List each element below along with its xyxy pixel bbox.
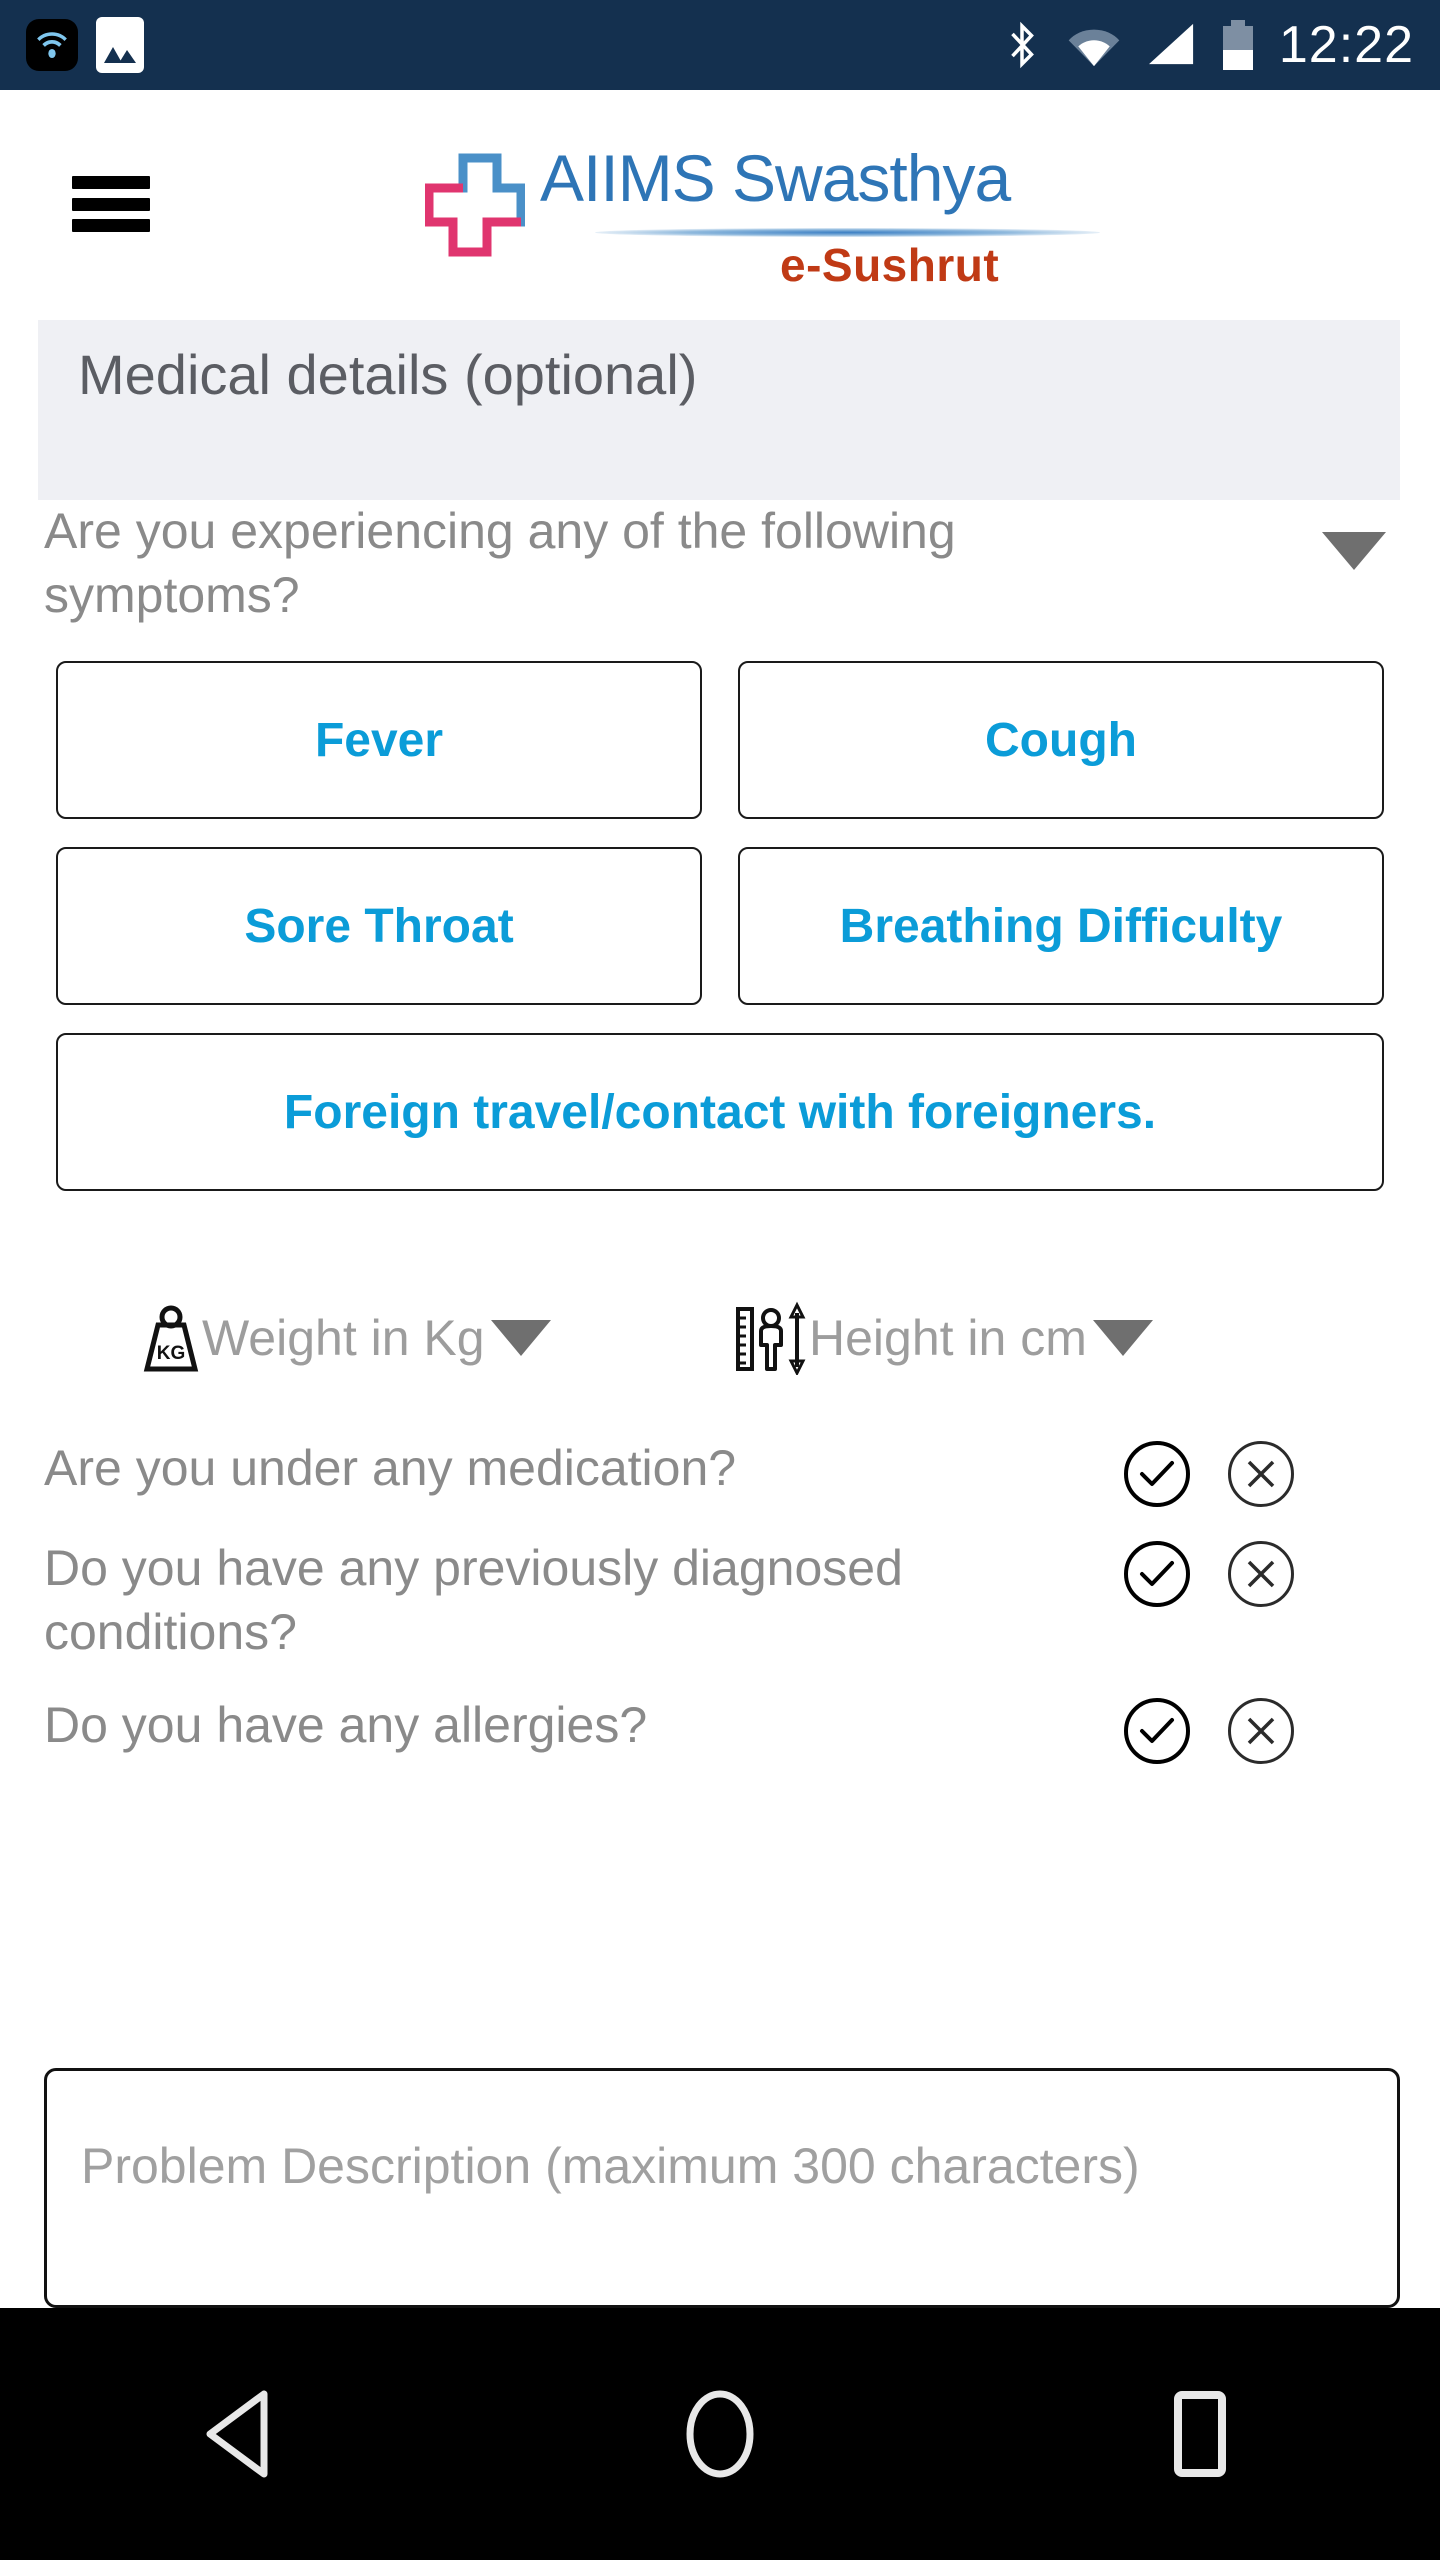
question-diagnosed-conditions: Do you have any previously diagnosed con… [44,1537,1396,1664]
question-allergies: Do you have any allergies? [44,1694,1396,1764]
yes-no-actions [1124,1694,1294,1764]
question-label: Do you have any allergies? [44,1697,648,1753]
app-screen: 12:22 AIIMS Swasthya e-Sushrut Medical d… [0,0,1440,2560]
bluetooth-icon [1011,21,1034,69]
measurements-row: KG Weight in Kg Height in cm [0,1301,1440,1375]
main-content: Are you experiencing any of the followin… [0,500,1440,1794]
wifi-notification-icon [26,19,78,71]
android-navigation-bar [0,2308,1440,2560]
status-bar-clock: 12:22 [1278,16,1414,74]
check-circle-icon[interactable] [1124,1541,1190,1607]
status-bar: 12:22 [0,0,1440,90]
hamburger-menu-icon[interactable] [72,176,150,232]
app-title: AIIMS Swasthya [540,141,1011,215]
height-placeholder: Height in cm [809,1310,1087,1366]
chevron-down-icon[interactable] [1322,532,1386,570]
symptom-option-sore-throat[interactable]: Sore Throat [56,847,702,1005]
signal-icon [1148,23,1193,65]
weight-field[interactable]: KG Weight in Kg [140,1303,735,1373]
app-logo: AIIMS Swasthya e-Sushrut [410,110,1150,310]
symptom-option-cough[interactable]: Cough [738,661,1384,819]
medical-cross-logo-icon [425,153,525,257]
x-circle-icon[interactable] [1228,1441,1294,1507]
symptom-option-breathing-difficulty[interactable]: Breathing Difficulty [738,847,1384,1005]
back-triangle-icon[interactable] [140,2334,340,2534]
question-label: Do you have any previously diagnosed con… [44,1540,903,1660]
status-bar-left-icons [26,17,144,73]
status-bar-right-icons: 12:22 [1003,16,1414,74]
x-circle-icon[interactable] [1228,1541,1294,1607]
symptom-option-foreign-travel[interactable]: Foreign travel/contact with foreigners. [56,1033,1384,1191]
problem-description-input[interactable]: Problem Description (maximum 300 charact… [44,2068,1400,2308]
yes-no-questions-list: Are you under any medication? Do you hav… [44,1437,1396,1764]
check-circle-icon[interactable] [1124,1441,1190,1507]
home-circle-icon[interactable] [620,2334,820,2534]
battery-icon [1222,20,1253,70]
photo-icon [96,17,144,73]
symptom-row: Sore Throat Breathing Difficulty [56,847,1384,1005]
symptom-row: Foreign travel/contact with foreigners. [56,1033,1384,1191]
logo-divider [595,228,1100,237]
page-title: Medical details (optional) [78,343,698,406]
weight-kg-icon: KG [143,1305,199,1372]
height-ruler-icon [736,1301,806,1375]
app-subtitle: e-Sushrut [780,239,1000,291]
yes-no-actions [1124,1437,1294,1507]
question-label: Are you under any medication? [44,1440,737,1496]
app-header: AIIMS Swasthya e-Sushrut [0,90,1440,315]
check-circle-icon[interactable] [1124,1698,1190,1764]
wifi-icon [1068,29,1120,67]
symptoms-question-label: Are you experiencing any of the followin… [44,503,956,623]
chevron-down-icon[interactable] [1092,1320,1153,1356]
chevron-down-icon[interactable] [490,1320,551,1356]
svg-text:KG: KG [157,1343,186,1364]
symptom-row: Fever Cough [56,661,1384,819]
symptom-options-grid: Fever Cough Sore Throat Breathing Diffic… [56,661,1384,1191]
question-medication: Are you under any medication? [44,1437,1396,1507]
recents-square-icon[interactable] [1100,2334,1300,2534]
weight-placeholder: Weight in Kg [202,1310,485,1366]
section-header-panel: Medical details (optional) [38,320,1400,500]
problem-description-placeholder: Problem Description (maximum 300 charact… [81,2138,1140,2194]
yes-no-actions [1124,1537,1294,1607]
height-field[interactable]: Height in cm [735,1301,1330,1375]
symptom-option-fever[interactable]: Fever [56,661,702,819]
symptoms-question-row[interactable]: Are you experiencing any of the followin… [44,500,1396,627]
x-circle-icon[interactable] [1228,1698,1294,1764]
